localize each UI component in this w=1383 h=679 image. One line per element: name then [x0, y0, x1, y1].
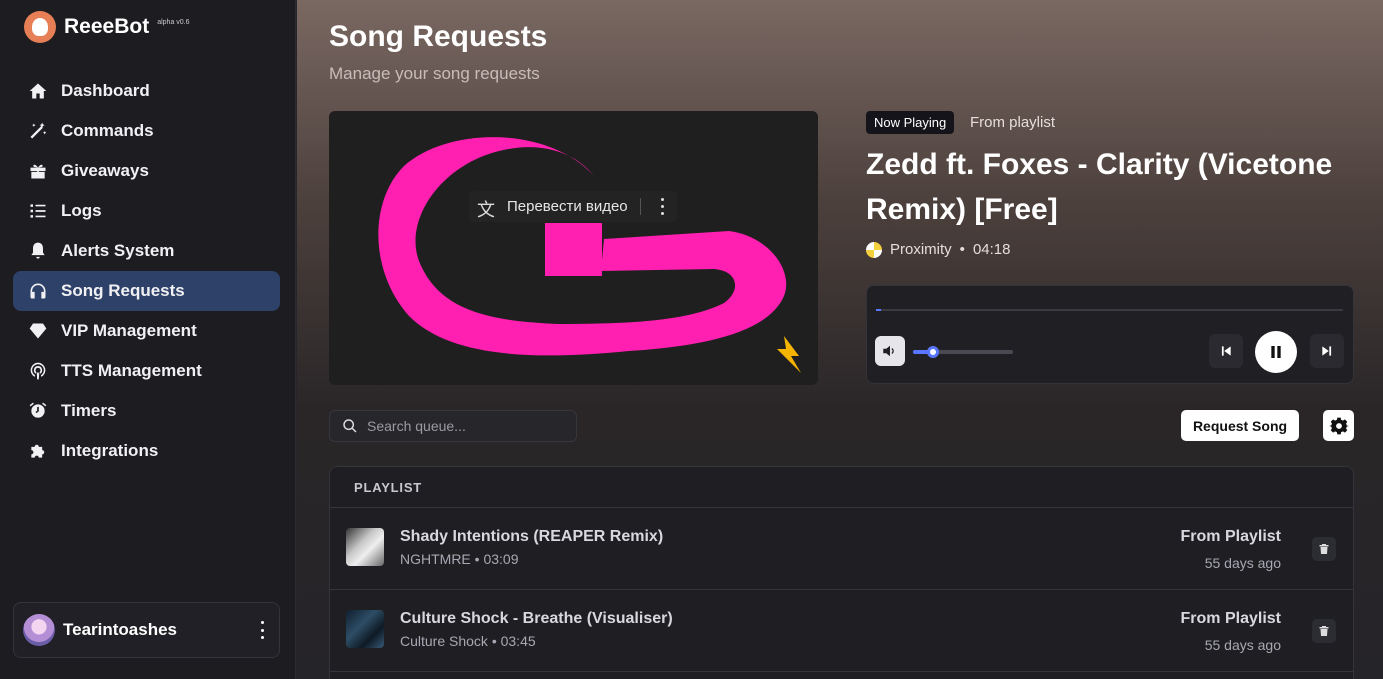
gear-icon: [1328, 417, 1349, 434]
sidebar-item-dashboard[interactable]: Dashboard: [13, 71, 280, 111]
delete-button[interactable]: [1312, 537, 1336, 561]
brand-version: alpha v0.6: [157, 18, 190, 26]
reeebot-logo-icon: [24, 11, 56, 43]
volume-button[interactable]: [875, 336, 905, 366]
bell-icon: [27, 240, 49, 262]
pause-button[interactable]: [1255, 331, 1297, 373]
now-playing-source: From playlist: [970, 114, 1056, 131]
search-queue-field[interactable]: [329, 410, 577, 442]
song-requested-time: 55 days ago: [1204, 637, 1281, 653]
translate-icon: 文: [477, 199, 495, 221]
now-playing-duration: 04:18: [972, 241, 1011, 258]
translate-video-button[interactable]: 文 Перевести видео: [469, 191, 677, 222]
translate-label: Перевести видео: [507, 198, 628, 215]
brand[interactable]: ReeeBot alpha v0.6: [24, 10, 190, 44]
skip-back-icon: [1221, 346, 1231, 356]
sidebar: ReeeBot alpha v0.6 Dashboard Commands Gi…: [0, 0, 296, 679]
settings-button[interactable]: [1323, 410, 1354, 441]
now-playing-title: Zedd ft. Foxes - Clarity (Vicetone Remix…: [866, 148, 1333, 226]
progress-bar[interactable]: [876, 309, 1343, 311]
playlist-header: PLAYLIST: [330, 467, 1353, 508]
artist-avatar-icon: [866, 241, 882, 258]
sidebar-item-timers[interactable]: Timers: [13, 391, 280, 431]
headphones-icon: [27, 280, 49, 302]
video-player[interactable]: 文 Перевести видео: [329, 111, 818, 385]
song-artist-duration: NGHTMRE • 03:09: [400, 551, 519, 567]
volume-slider[interactable]: [913, 346, 1013, 358]
sidebar-item-label: Song Requests: [61, 281, 185, 300]
main-content: Song Requests Manage your song requests …: [297, 0, 1383, 679]
delete-button[interactable]: [1312, 619, 1336, 643]
sidebar-item-label: Integrations: [61, 441, 159, 460]
home-icon: [27, 80, 49, 102]
avatar: [23, 614, 55, 646]
player-controls: [866, 285, 1354, 384]
sidebar-item-commands[interactable]: Commands: [13, 111, 280, 151]
song-thumbnail: [346, 610, 384, 648]
user-name: Tearintoashes: [63, 620, 178, 639]
sidebar-item-label: Logs: [61, 201, 102, 220]
song-requested-time: 55 days ago: [1204, 555, 1281, 571]
volume-slider-handle[interactable]: [927, 346, 939, 358]
now-playing-meta: Proximity • 04:18: [866, 241, 1010, 258]
page-subtitle: Manage your song requests: [329, 64, 540, 83]
speaker-icon: [883, 345, 894, 357]
sidebar-item-logs[interactable]: Logs: [13, 191, 280, 231]
sidebar-item-song-requests[interactable]: Song Requests: [13, 271, 280, 311]
next-button[interactable]: [1310, 334, 1344, 368]
sidebar-item-label: Giveaways: [61, 161, 149, 180]
previous-button[interactable]: [1209, 334, 1243, 368]
search-input[interactable]: [367, 418, 567, 434]
sidebar-item-label: Alerts System: [61, 241, 175, 260]
sidebar-item-label: Dashboard: [61, 81, 150, 100]
sidebar-item-tts-management[interactable]: TTS Management: [13, 351, 280, 391]
sidebar-item-label: Timers: [61, 401, 117, 420]
song-source: From Playlist: [1180, 610, 1281, 627]
song-artist-duration: Culture Shock • 03:45: [400, 633, 536, 649]
now-playing-artist[interactable]: Proximity: [890, 241, 952, 258]
user-card[interactable]: Tearintoashes: [13, 602, 280, 658]
sidebar-nav: Dashboard Commands Giveaways Logs Alerts…: [13, 71, 280, 471]
gift-icon: [27, 160, 49, 182]
trash-icon: [1319, 544, 1329, 554]
now-playing-badge: Now Playing: [866, 111, 955, 134]
magic-wand-icon: [27, 120, 49, 142]
sidebar-item-integrations[interactable]: Integrations: [13, 431, 280, 471]
table-row[interactable]: Culture Shock - Breathe (Visualiser) Cul…: [330, 590, 1353, 672]
more-vertical-icon[interactable]: [659, 198, 665, 215]
diamond-icon: [27, 320, 49, 342]
sidebar-item-label: Commands: [61, 121, 154, 140]
puzzle-icon: [27, 440, 49, 462]
song-title: Culture Shock - Breathe (Visualiser): [400, 610, 673, 627]
sidebar-item-giveaways[interactable]: Giveaways: [13, 151, 280, 191]
sidebar-item-label: VIP Management: [61, 321, 197, 340]
search-icon: [343, 419, 357, 433]
podcast-icon: [27, 360, 49, 382]
song-source: From Playlist: [1180, 528, 1281, 545]
skip-forward-icon: [1322, 346, 1332, 356]
more-vertical-icon[interactable]: [257, 621, 267, 639]
sidebar-item-vip-management[interactable]: VIP Management: [13, 311, 280, 351]
pause-icon: [1271, 346, 1281, 358]
video-thumbnail-logo: [378, 137, 801, 373]
sidebar-item-label: TTS Management: [61, 361, 202, 380]
page-title: Song Requests: [329, 20, 548, 53]
alarm-clock-icon: [27, 400, 49, 422]
list-icon: [27, 200, 49, 222]
table-row[interactable]: Shady Intentions (REAPER Remix) NGHTMRE …: [330, 508, 1353, 590]
trash-icon: [1319, 626, 1329, 636]
request-song-button[interactable]: Request Song: [1181, 410, 1299, 441]
brand-name: ReeeBot: [64, 15, 150, 38]
playlist-table: PLAYLIST Shady Intentions (REAPER Remix)…: [329, 466, 1354, 679]
song-thumbnail: [346, 528, 384, 566]
sidebar-item-alerts-system[interactable]: Alerts System: [13, 231, 280, 271]
song-title: Shady Intentions (REAPER Remix): [400, 528, 664, 545]
